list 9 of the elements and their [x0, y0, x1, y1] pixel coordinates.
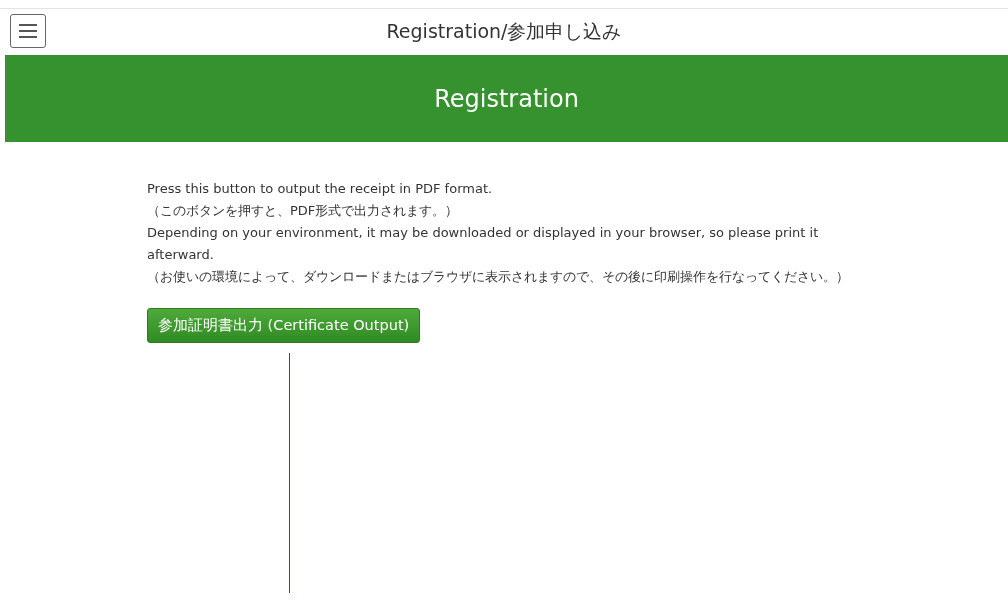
instruction-text: Depending on your environment, it may be downloaded or displayed in your browser, so please print it afterward.: [147, 224, 820, 264]
instruction-text: Press this button to output the receipt in PDF format.: [147, 180, 494, 198]
page-title: Registration/参加申し込み: [386, 19, 622, 44]
banner-title: Registration: [434, 84, 579, 113]
menu-icon: [17, 22, 39, 40]
instruction-text: （このボタンを押すと、PDF形式で出力されます。）: [147, 202, 460, 220]
menu-button[interactable]: [10, 14, 46, 48]
instruction-text: （お使いの環境によって、ダウンロードまたはブラウザに表示されますので、その後に印刷操作を行なってください。）: [147, 268, 850, 286]
certificate-output-button[interactable]: 参加証明書出力 (Certificate Output): [147, 308, 421, 343]
